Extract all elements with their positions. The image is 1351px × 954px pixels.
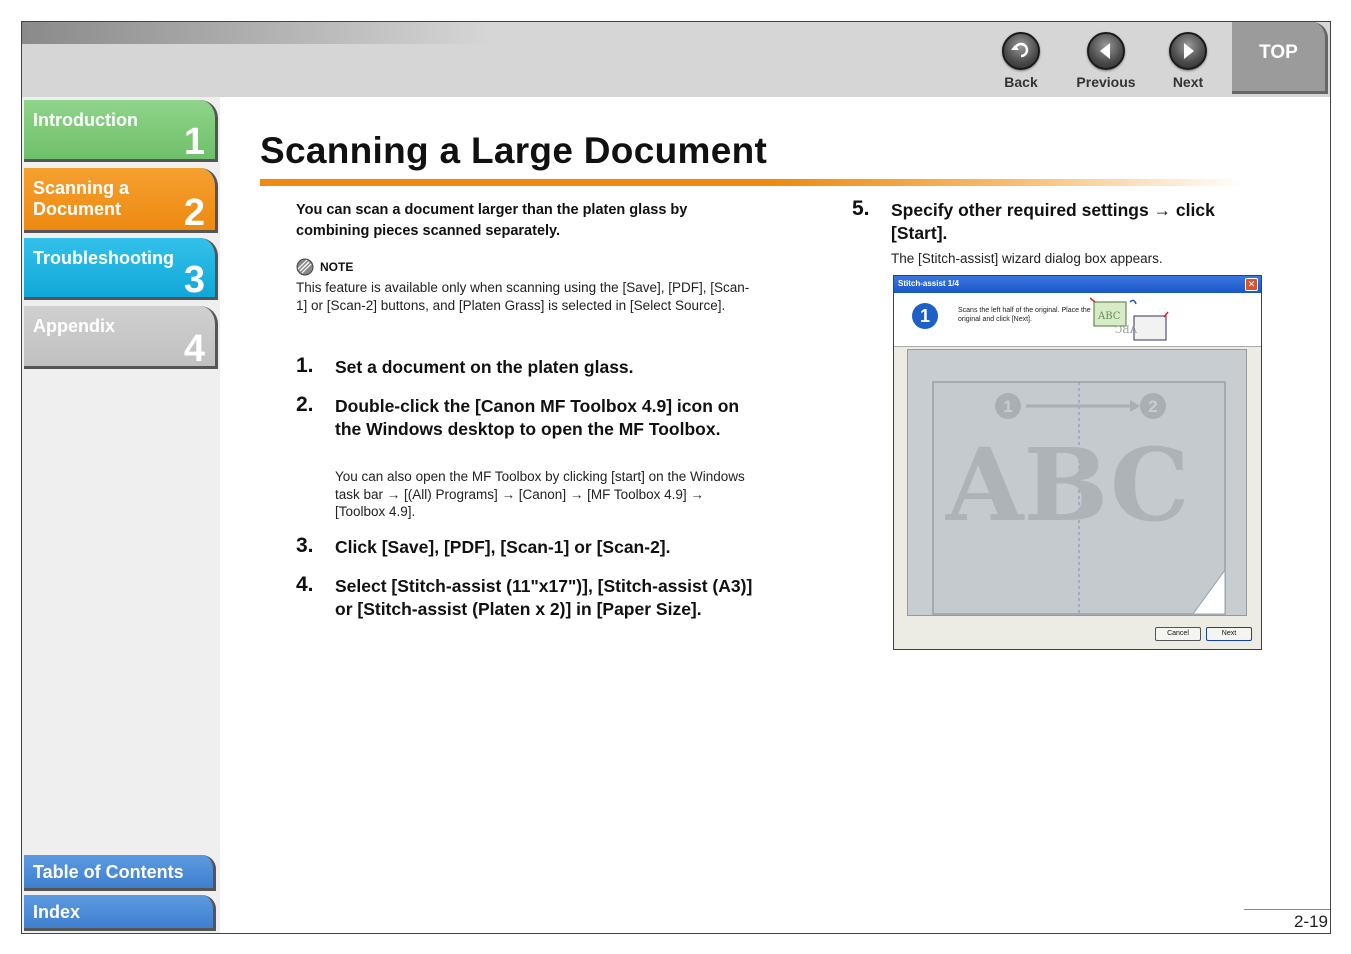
tab-number: 4 [183,328,205,370]
preview-illustration: 1 2 ABC [932,381,1226,615]
step-number: 2. [296,393,314,416]
header-stripe [22,22,492,44]
index-button[interactable]: Index [24,895,216,931]
index-label: Index [33,902,81,922]
sidebar-tab-introduction[interactable]: Introduction 1 [24,100,218,162]
mark-2: 2 [1148,397,1157,416]
step-subtext: You can also open the MF Toolbox by clic… [335,469,745,519]
tab-label: Troubleshooting [33,248,174,268]
note-label: NOTE [320,260,354,274]
note-icon [296,258,314,276]
step-text: Click [Save], [PDF], [Scan-1] or [Scan-2… [335,537,671,557]
page-title: Scanning a Large Document [260,130,768,171]
step-text: Set a document on the platen glass. [335,357,634,377]
title-rule [260,179,1245,186]
stitch-assist-dialog: Stitch-assist 1/4 ✕ 1 Scans the left hal… [893,275,1262,650]
toc-label: Table of Contents [33,862,184,882]
close-icon[interactable]: ✕ [1245,278,1258,291]
cancel-button[interactable]: Cancel [1155,627,1201,641]
top-button[interactable]: TOP [1232,22,1328,94]
sidebar: Introduction 1 Scanning a Document 2 Tro… [22,97,220,933]
back-button[interactable]: Back [986,32,1056,90]
sidebar-tab-scanning[interactable]: Scanning a Document 2 [24,168,218,233]
step-number: 3. [296,534,314,557]
step-text: Select [Stitch-assist (11"x17")], [Stitc… [335,576,753,619]
next-icon [1169,32,1207,70]
page-number: 2-19 [1244,909,1330,932]
page-frame: Back Previous Next TOP Introduction 1 Sc… [21,21,1331,934]
previous-icon [1087,32,1125,70]
back-label: Back [1004,74,1038,90]
intro-text: You can scan a document larger than the … [296,202,688,239]
tab-number: 1 [183,121,205,163]
previous-button[interactable]: Previous [1071,32,1141,90]
dialog-title: Stitch-assist 1/4 [894,276,1261,293]
svg-text:ABC: ABC [1097,311,1121,322]
next-label: Next [1172,74,1204,90]
note-text: This feature is available only when scan… [296,280,750,313]
dialog-next-button[interactable]: Next [1206,627,1252,641]
back-icon [1002,32,1040,70]
previous-label: Previous [1076,74,1136,90]
tab-label: Scanning a Document [33,178,130,219]
stitch-illustration-icon: ABC ABC [1090,297,1169,341]
step-badge: 1 [912,303,938,329]
step-text: Specify other required settings → click … [891,200,1215,243]
top-header: Back Previous Next TOP [22,22,1330,97]
dialog-instruction: Scans the left half of the original. Pla… [958,307,1091,323]
svg-text:ABC: ABC [1114,325,1138,336]
sidebar-tab-appendix[interactable]: Appendix 4 [24,306,218,369]
step-number: 1. [296,354,314,377]
step-number: 5. [852,197,870,220]
step-number: 4. [296,573,314,596]
note-heading: NOTE [296,258,353,276]
preview-area: 1 2 ABC [907,349,1247,616]
next-button[interactable]: Next [1153,32,1223,90]
table-of-contents-button[interactable]: Table of Contents [24,855,216,891]
step-text: Double-click the [Canon MF Toolbox 4.9] … [335,396,740,439]
preview-text: ABC [945,426,1190,544]
tab-label: Introduction [33,110,138,130]
tab-number: 2 [183,192,205,234]
sidebar-tab-troubleshooting[interactable]: Troubleshooting 3 [24,238,218,300]
tab-label: Appendix [33,316,116,336]
dialog-header: 1 Scans the left half of the original. P… [894,293,1261,347]
step-subtext: The [Stitch-assist] wizard dialog box ap… [891,251,1163,266]
tab-number: 3 [183,259,205,301]
mark-1: 1 [1003,397,1012,416]
